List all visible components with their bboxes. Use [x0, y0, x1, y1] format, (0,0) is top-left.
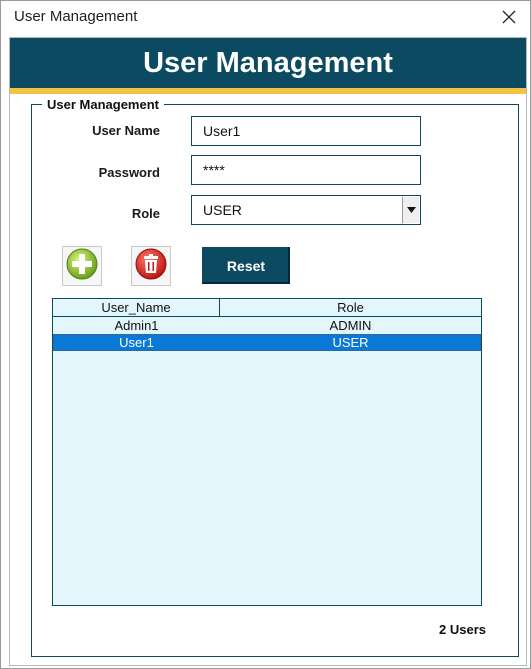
user-list[interactable]: User_Name Role Admin1 ADMIN User1 USER	[52, 298, 482, 606]
chevron-down-icon[interactable]	[402, 197, 419, 223]
cell-role: USER	[332, 335, 369, 350]
list-row-selected[interactable]: User1 USER	[53, 334, 481, 351]
user-management-dialog: User Management User Management User Man…	[0, 0, 531, 669]
trash-icon	[134, 247, 168, 286]
password-input[interactable]: ****	[191, 155, 421, 185]
list-header: User_Name Role	[53, 299, 481, 317]
cell-user-name: User1	[119, 335, 154, 350]
banner-stripe	[10, 88, 526, 94]
username-label: User Name	[92, 123, 160, 138]
username-input[interactable]: User1	[191, 116, 421, 146]
window-title: User Management	[14, 8, 138, 25]
cell-role: ADMIN	[329, 318, 372, 333]
group-legend: User Management	[42, 97, 164, 112]
cell-user-name: Admin1	[114, 318, 159, 333]
delete-user-button[interactable]	[131, 246, 171, 286]
column-header-user-name[interactable]: User_Name	[53, 299, 220, 316]
role-value: USER	[203, 202, 242, 218]
banner-title: User Management	[143, 46, 393, 79]
password-label: Password	[98, 165, 160, 180]
username-value: User1	[203, 123, 241, 139]
add-user-button[interactable]	[62, 246, 102, 286]
close-icon[interactable]	[494, 1, 524, 32]
reset-button[interactable]: Reset	[202, 247, 290, 284]
column-header-role[interactable]: Role	[220, 299, 481, 316]
banner: User Management	[10, 38, 526, 88]
list-row[interactable]: Admin1 ADMIN	[53, 317, 481, 334]
user-count: 2 Users	[439, 622, 486, 637]
role-label: Role	[131, 206, 160, 221]
titlebar: User Management	[1, 1, 530, 32]
plus-circle-icon	[65, 247, 99, 286]
password-value: ****	[203, 162, 225, 178]
form-body: User Management User Management User Nam…	[9, 37, 527, 666]
role-select[interactable]: USER	[191, 195, 421, 225]
